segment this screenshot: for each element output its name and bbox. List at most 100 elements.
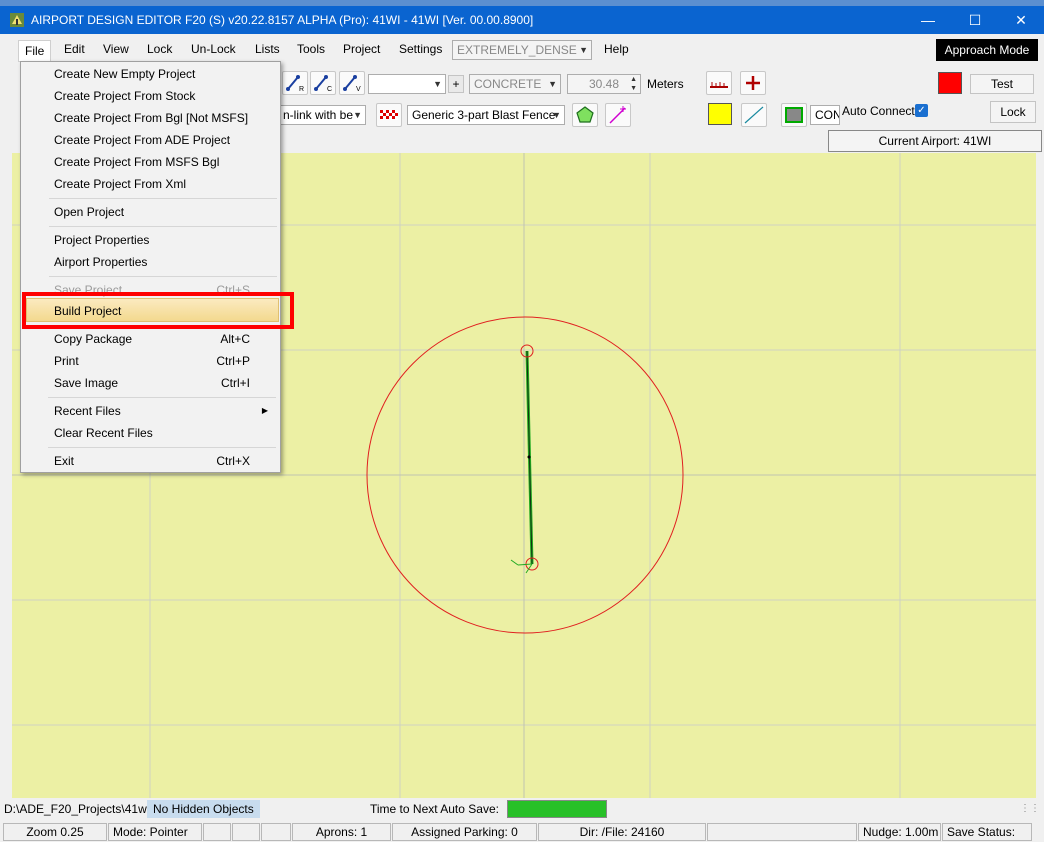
surface-select[interactable]: CONCRETE ▼: [469, 74, 561, 94]
autosave-progress-fill: [508, 801, 606, 817]
density-select[interactable]: EXTREMELY_DENSE ▼: [452, 40, 592, 60]
parking-status: Assigned Parking: 0: [392, 823, 537, 841]
menu-item-create-from-stock[interactable]: Create Project From Stock: [21, 85, 280, 107]
menu-item-create-from-xml[interactable]: Create Project From Xml: [21, 173, 280, 195]
fence-type-select[interactable]: Generic 3-part Blast Fence ▼: [407, 105, 565, 125]
unlink-select[interactable]: n-link with be ▼: [278, 105, 366, 125]
menu-project[interactable]: Project: [343, 42, 380, 56]
menu-help[interactable]: Help: [604, 42, 629, 56]
menu-edit[interactable]: Edit: [64, 42, 85, 56]
menu-item-exit[interactable]: Exit Ctrl+X: [21, 450, 280, 472]
con-select[interactable]: CONC: [810, 105, 840, 125]
blast-fence-button[interactable]: [376, 103, 402, 127]
magenta-line-icon: [609, 106, 626, 124]
menu-view[interactable]: View: [103, 42, 129, 56]
menu-item-print[interactable]: Print Ctrl+P: [21, 350, 280, 372]
menu-separator: [49, 276, 277, 277]
menu-item-create-new-empty-project[interactable]: Create New Empty Project: [21, 63, 280, 85]
runway-midpoint: [527, 455, 531, 459]
menu-separator: [48, 397, 276, 398]
crosshair-plus-icon: [746, 76, 760, 90]
diagonal-line-icon: [744, 106, 764, 124]
svg-text:R: R: [299, 86, 304, 93]
svg-text:V: V: [356, 86, 361, 93]
submenu-arrow-icon: ▶: [261, 406, 268, 415]
lock-button[interactable]: Lock: [990, 101, 1036, 123]
chevron-down-icon: ▼: [548, 79, 557, 89]
svg-text:C: C: [327, 86, 332, 93]
density-value: EXTREMELY_DENSE: [457, 43, 577, 57]
link-v-icon: V: [343, 75, 361, 93]
status-cell-empty: [261, 823, 291, 841]
link-r-icon: R: [286, 75, 304, 93]
link-type-select[interactable]: ▼: [368, 74, 446, 94]
start-marker: [510, 559, 533, 574]
approach-mode-button[interactable]: Approach Mode: [936, 39, 1038, 61]
select-square-icon: [785, 107, 803, 123]
diagonal-line-button[interactable]: [741, 103, 767, 127]
mode-status: Mode: Pointer: [108, 823, 202, 841]
save-status: Save Status:: [942, 823, 1032, 841]
units-label: Meters: [647, 77, 684, 91]
menu-item-save-image[interactable]: Save Image Ctrl+I: [21, 372, 280, 394]
zoom-status: Zoom 0.25: [3, 823, 107, 841]
select-area-button[interactable]: [781, 103, 807, 127]
resize-grip-icon[interactable]: ⋮⋮: [1020, 803, 1040, 814]
line-tool-button[interactable]: [605, 103, 631, 127]
menu-tools[interactable]: Tools: [297, 42, 325, 56]
status-cell-empty: [203, 823, 231, 841]
color-swatch-fill: [939, 73, 961, 93]
chevron-down-icon: ▼: [579, 45, 588, 55]
maximize-button[interactable]: ☐: [952, 6, 998, 34]
status-cell-empty: [232, 823, 260, 841]
menu-separator: [49, 198, 277, 199]
minimize-button[interactable]: —: [905, 6, 951, 34]
hidden-objects-label[interactable]: No Hidden Objects: [147, 800, 260, 818]
menu-item-open-project[interactable]: Open Project: [21, 201, 280, 223]
menu-lists[interactable]: Lists: [255, 42, 280, 56]
status-bar-bottom: Zoom 0.25 Mode: Pointer Aprons: 1 Assign…: [0, 822, 1044, 842]
add-button[interactable]: +: [448, 75, 464, 93]
link-c-button[interactable]: C: [310, 71, 336, 95]
window-title: AIRPORT DESIGN EDITOR F20 (S) v20.22.815…: [31, 13, 534, 27]
dir-file-status: Dir: /File: 24160: [538, 823, 706, 841]
current-airport-label: Current Airport: 41WI: [828, 130, 1042, 152]
add-point-button[interactable]: [740, 71, 766, 95]
close-button[interactable]: ✕: [998, 6, 1044, 34]
menu-separator: [48, 447, 276, 448]
menu-item-create-from-msfs[interactable]: Create Project From MSFS Bgl: [21, 151, 280, 173]
chevron-down-icon: ▼: [353, 110, 362, 120]
menu-item-copy-package[interactable]: Copy Package Alt+C: [21, 328, 280, 350]
menu-item-recent-files[interactable]: Recent Files ▶: [21, 400, 280, 422]
test-button[interactable]: Test: [970, 74, 1034, 94]
autosave-progress: [507, 800, 607, 818]
menu-item-airport-properties[interactable]: Airport Properties: [21, 251, 280, 273]
menu-item-create-from-ade[interactable]: Create Project From ADE Project: [21, 129, 280, 151]
autosave-label: Time to Next Auto Save:: [370, 802, 499, 816]
color-swatch[interactable]: [938, 72, 962, 94]
ruler-button[interactable]: [706, 71, 732, 95]
file-menu-lower: Copy Package Alt+C Print Ctrl+P Save Image…: [20, 325, 281, 473]
app-icon: [10, 13, 24, 27]
link-v-button[interactable]: V: [339, 71, 365, 95]
menu-file[interactable]: File: [18, 40, 52, 62]
menu-separator: [49, 226, 277, 227]
yellow-swatch[interactable]: [708, 103, 732, 125]
nudge-status: Nudge: 1.00m: [858, 823, 941, 841]
checker-fence-icon: [380, 110, 398, 120]
menu-item-project-properties[interactable]: Project Properties: [21, 229, 280, 251]
highlight-annotation-box: [22, 292, 294, 329]
status-cell-empty: [707, 823, 857, 841]
link-r-button[interactable]: R: [282, 71, 308, 95]
ruler-icon: [710, 82, 728, 88]
width-stepper[interactable]: 30.48 ▲ ▼: [567, 74, 641, 94]
menu-lock[interactable]: Lock: [147, 42, 172, 56]
polygon-button[interactable]: [572, 103, 598, 127]
menu-unlock[interactable]: Un-Lock: [191, 42, 236, 56]
auto-connect-checkbox[interactable]: ✓: [915, 104, 928, 117]
stepper-arrows-icon: ▲ ▼: [630, 76, 637, 92]
width-value: 30.48: [588, 77, 620, 91]
menu-item-create-from-bgl[interactable]: Create Project From Bgl [Not MSFS]: [21, 107, 280, 129]
menu-settings[interactable]: Settings: [399, 42, 442, 56]
menu-item-clear-recent-files[interactable]: Clear Recent Files: [21, 422, 280, 444]
